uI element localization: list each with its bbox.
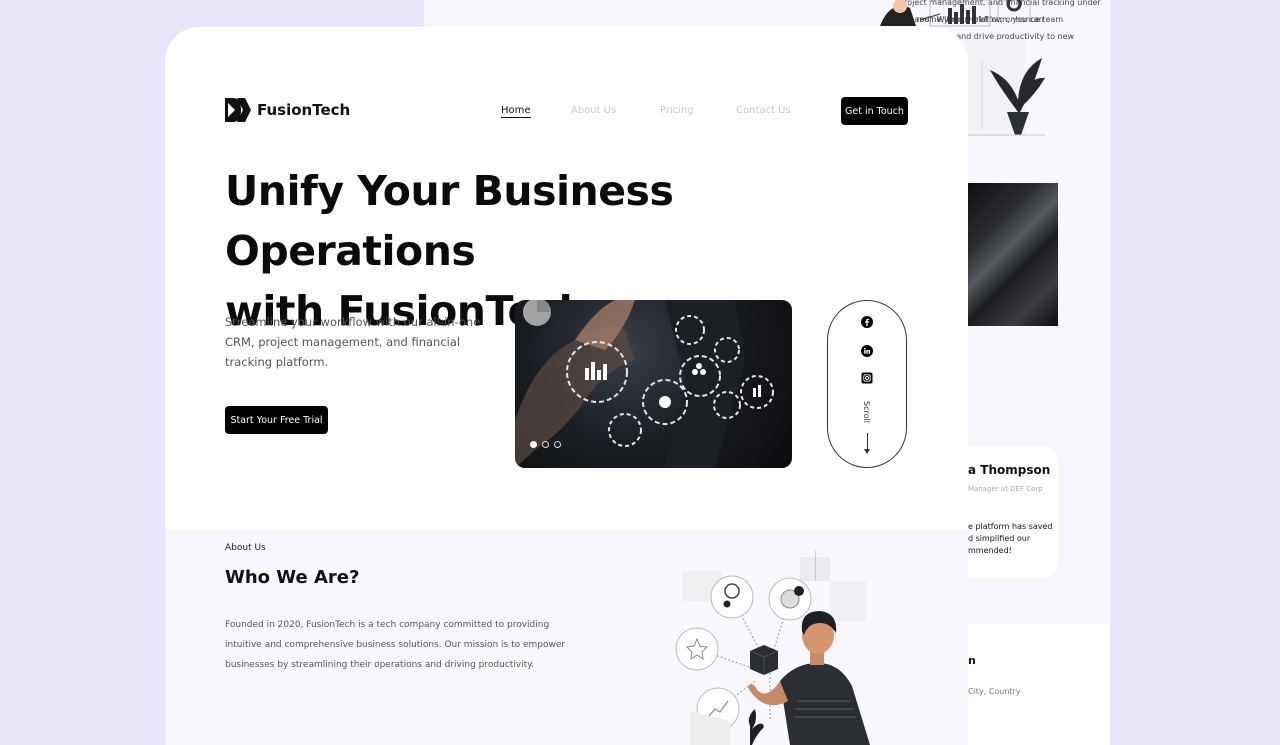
linkedin-icon[interactable] <box>861 345 873 357</box>
social-sidebar: Scroll <box>827 300 907 468</box>
brand-name: FusionTech <box>257 101 351 119</box>
bg-footer-address: City, Country <box>968 687 1021 696</box>
nav-home[interactable]: Home <box>501 105 531 118</box>
scroll-label[interactable]: Scroll <box>862 401 871 423</box>
main-page: FusionTech Home About Us Pricing Contact… <box>165 27 968 745</box>
nav-pricing[interactable]: Pricing <box>660 105 694 116</box>
instagram-icon[interactable] <box>861 372 873 384</box>
testimonial-name: a Thompson <box>968 463 1051 477</box>
testimonial-role: Manager at DEF Corp <box>968 485 1043 493</box>
facebook-icon[interactable] <box>861 316 873 328</box>
about-title: Who We Are? <box>225 567 360 588</box>
nav-contact-us[interactable]: Contact Us <box>736 105 791 116</box>
hero-title-line-1: Unify Your Business Operations <box>225 167 674 275</box>
bg-footer: n City, Country <box>968 624 1110 745</box>
bg-photo <box>968 183 1058 326</box>
hero-lead: Streamline your workflow with our all-in… <box>225 315 481 369</box>
hero-carousel[interactable] <box>515 300 792 468</box>
about-body: Founded in 2020, FusionTech is a tech co… <box>225 620 566 670</box>
about-illustration <box>675 551 870 745</box>
carousel-dots <box>530 441 561 448</box>
fusiontech-logo-icon <box>225 98 251 122</box>
about-section: About Us Who We Are? Founded in 2020, Fu… <box>165 529 968 745</box>
about-eyebrow: About Us <box>225 543 266 553</box>
testimonial-quote: e platform has saved d simplified our mm… <box>968 522 1053 555</box>
scroll-arrow-icon[interactable] <box>864 433 870 454</box>
carousel-dot-2[interactable] <box>542 441 549 448</box>
logo[interactable]: FusionTech <box>225 98 350 122</box>
carousel-dot-3[interactable] <box>554 441 561 448</box>
start-free-trial-button[interactable]: Start Your Free Trial <box>225 406 328 434</box>
bg-footer-title: n <box>968 654 976 667</box>
carousel-dot-1[interactable] <box>530 441 537 448</box>
get-in-touch-button[interactable]: Get in Touch <box>841 97 908 125</box>
nav-about-us[interactable]: About Us <box>571 105 616 116</box>
